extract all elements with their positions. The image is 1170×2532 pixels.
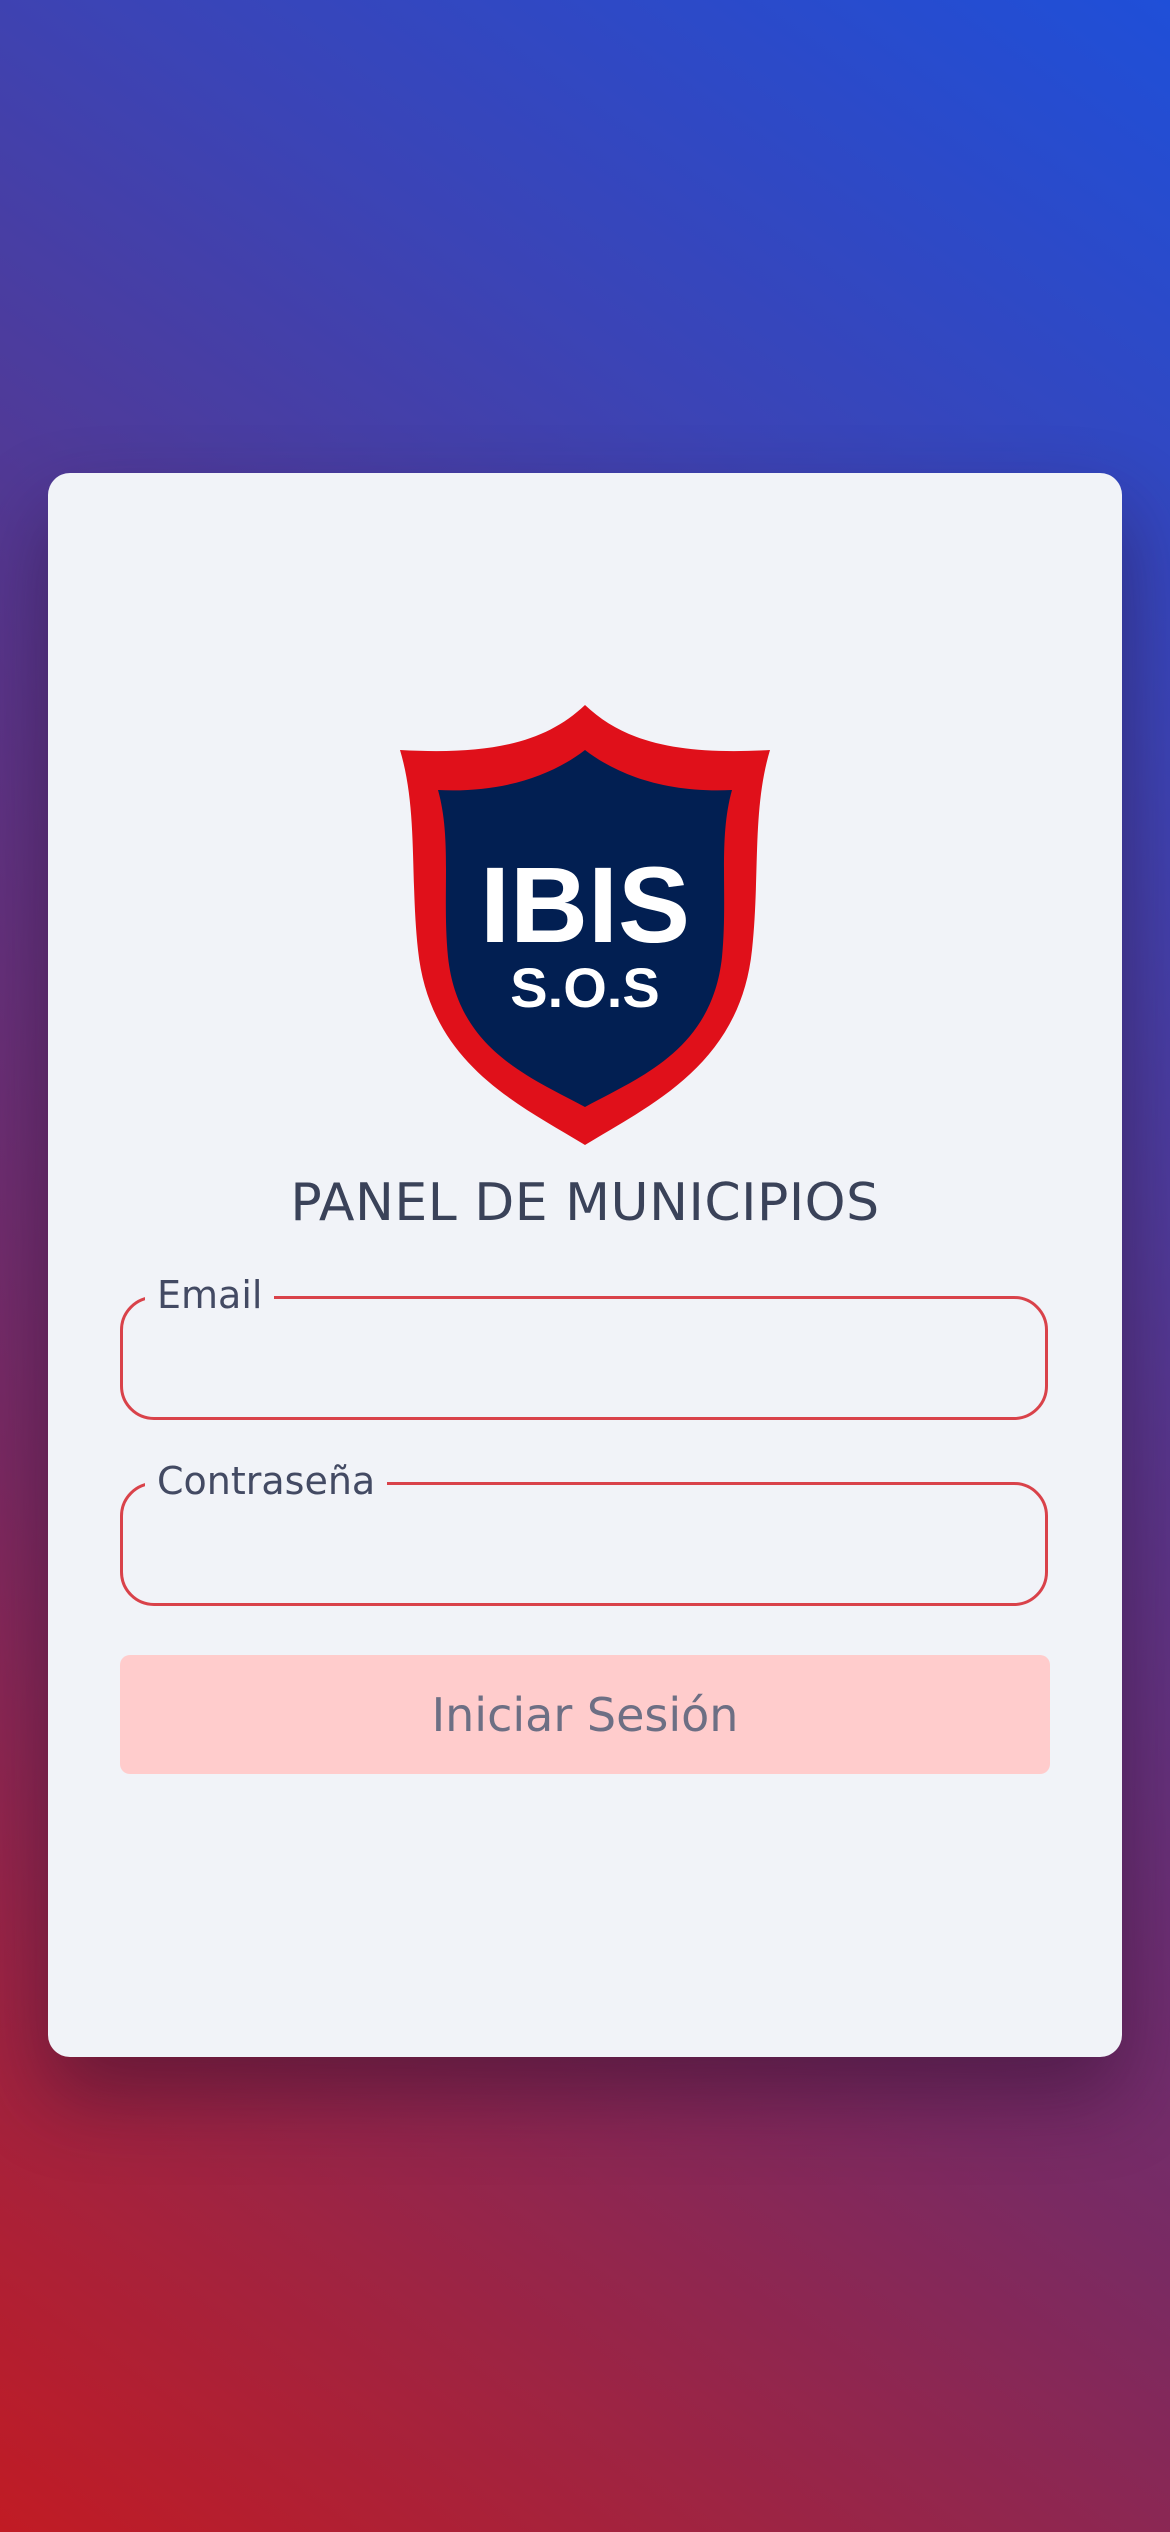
password-field[interactable]: Contraseña <box>120 1455 1048 1606</box>
login-button[interactable]: Iniciar Sesión <box>120 1655 1050 1774</box>
password-label: Contraseña <box>145 1455 388 1507</box>
logo-sub-text: S.O.S <box>510 956 659 1019</box>
page-title: PANEL DE MUNICIPIOS <box>290 1173 880 1233</box>
login-card: IBIS S.O.S PANEL DE MUNICIPIOS Email Con… <box>48 473 1122 2057</box>
logo-main-text: IBIS <box>480 844 690 965</box>
email-field[interactable]: Email <box>120 1269 1048 1420</box>
email-input[interactable] <box>153 1329 1015 1391</box>
password-input[interactable] <box>153 1515 1015 1577</box>
email-label: Email <box>145 1269 275 1321</box>
ibis-sos-shield-logo: IBIS S.O.S <box>400 705 770 1145</box>
